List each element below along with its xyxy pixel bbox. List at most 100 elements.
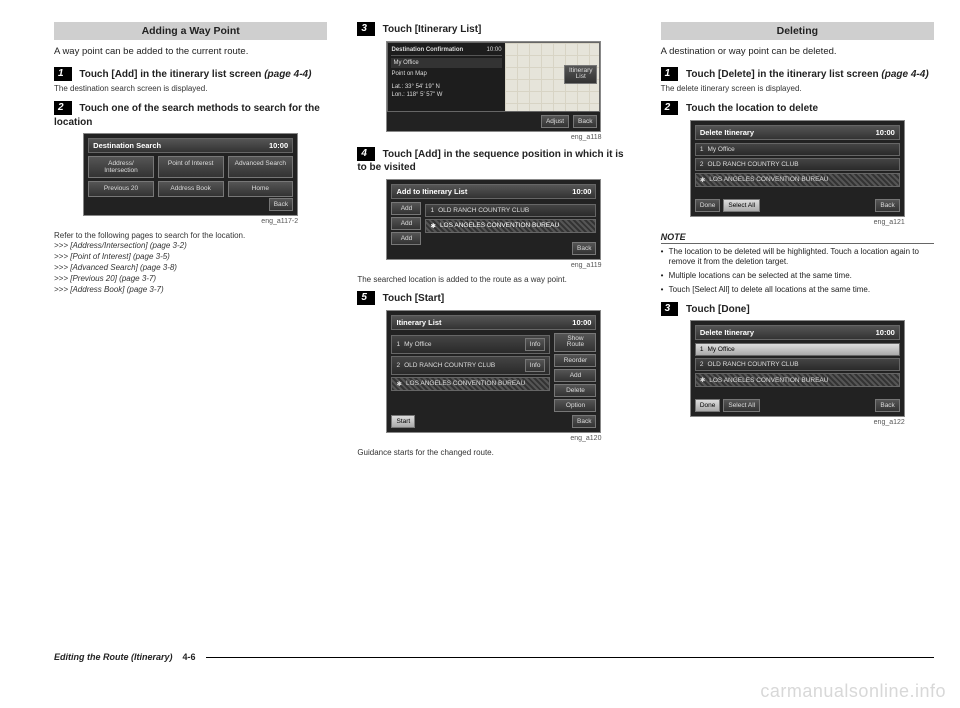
- ss1-btn-poi: Point of Interest: [158, 156, 224, 178]
- step-1: 1 Touch [Add] in the itinerary list scre…: [54, 67, 327, 82]
- ss5-time: 10:00: [876, 128, 895, 137]
- ref-1: >>> [Address/Intersection] (page 3-2): [54, 241, 327, 252]
- caption-ss5: eng_a121: [690, 219, 905, 226]
- caption-ss1: eng_a117-2: [83, 218, 298, 225]
- ss3-title: Add to Itinerary List: [396, 187, 467, 196]
- screenshot-delete-itin-2: Delete Itinerary10:00 1My Office 2OLD RA…: [690, 320, 905, 417]
- screenshot-add-itinerary: Add to Itinerary List10:00 Add Add Add 1…: [386, 179, 601, 260]
- step5-text: Touch [Start]: [383, 293, 444, 304]
- ss4-title: Itinerary List: [396, 318, 441, 327]
- ref-3: >>> [Advanced Search] (page 3-8): [54, 263, 327, 274]
- ref-2: >>> [Point of Interest] (page 3-5): [54, 252, 327, 263]
- ss1-btn-home: Home: [228, 181, 294, 196]
- ss2-itinerary-list: Itinerary List: [564, 65, 597, 84]
- note-2: Multiple locations can be selected at th…: [661, 271, 934, 282]
- ss4-time: 10:00: [572, 318, 591, 327]
- ss4-back: Back: [572, 415, 596, 428]
- ss1-btn-advanced: Advanced Search: [228, 156, 294, 178]
- ss2-adjust: Adjust: [541, 115, 569, 128]
- col3-step1-sub: The delete itinerary screen is displayed…: [661, 84, 934, 95]
- ss5-done: Done: [695, 199, 721, 212]
- note-3: Touch [Select All] to delete all locatio…: [661, 285, 934, 296]
- caption-ss3: eng_a119: [386, 262, 601, 269]
- ss6-row3: ✱LOS ANGELES CONVENTION BUREAU: [695, 373, 900, 387]
- col3-step2-text: Touch the location to delete: [686, 103, 818, 114]
- ss6-selectall: Select All: [723, 399, 760, 412]
- col3-step1-ref: (page 4-4): [881, 69, 928, 80]
- step4-text: Touch [Add] in the sequence position in …: [357, 149, 623, 174]
- ss2-line1: My Office: [391, 58, 501, 68]
- ss5-row3: ✱LOS ANGELES CONVENTION BUREAU: [695, 173, 900, 187]
- section-heading-adding: Adding a Way Point: [54, 22, 327, 40]
- ss1-btn-prev20: Previous 20: [88, 181, 154, 196]
- step1-text: Touch [Add] in the itinerary list screen: [79, 69, 264, 80]
- ss2-lon: Lon.: 118° 5' 57" W: [391, 91, 501, 99]
- page-footer: Editing the Route (Itinerary) 4-6: [54, 652, 934, 662]
- ss4-row1: 1My OfficeInfo: [391, 335, 550, 354]
- step3-text: Touch [Itinerary List]: [383, 24, 482, 35]
- step1-pageref: (page 4-4): [264, 69, 311, 80]
- screenshot-dest-confirm: Destination Confirmation10:00 My Office …: [386, 41, 601, 132]
- ss1-back: Back: [269, 198, 293, 211]
- ss1-btn-address: Address/ Intersection: [88, 156, 154, 178]
- step-5: 5 Touch [Start]: [357, 291, 630, 306]
- ss5-title: Delete Itinerary: [700, 128, 754, 137]
- col3-step-number-2: 2: [661, 101, 679, 115]
- note-list: The location to be deleted will be highl…: [661, 247, 934, 296]
- caption-ss4: eng_a120: [386, 435, 601, 442]
- ss3-row2: ✱LOS ANGELES CONVENTION BUREAU: [425, 219, 596, 233]
- screenshot-itinerary-list: Itinerary List10:00 1My OfficeInfo 2OLD …: [386, 310, 601, 433]
- step-number-1: 1: [54, 67, 72, 81]
- col3-step1: 1 Touch [Delete] in the itinerary list s…: [661, 67, 934, 82]
- col3-step1-text: Touch [Delete] in the itinerary list scr…: [686, 69, 881, 80]
- ss6-time: 10:00: [876, 328, 895, 337]
- ss5-selectall: Select All: [723, 199, 760, 212]
- step-4: 4 Touch [Add] in the sequence position i…: [357, 147, 630, 175]
- ss1-btn-addrbook: Address Book: [158, 181, 224, 196]
- footer-rule: [206, 657, 934, 658]
- watermark: carmanualsonline.info: [760, 681, 946, 702]
- ss1-title: Destination Search: [93, 141, 161, 150]
- ss6-done: Done: [695, 399, 721, 412]
- ss3-add3: Add: [391, 232, 421, 245]
- col3-step-number-1: 1: [661, 67, 679, 81]
- ref-5: >>> [Address Book] (page 3-7): [54, 285, 327, 296]
- ss2-line2: Point on Map: [391, 70, 501, 78]
- note-heading: NOTE: [661, 232, 934, 244]
- screenshot-delete-itin-1: Delete Itinerary 10:00 1My Office 2OLD RA…: [690, 120, 905, 217]
- step-3: 3 Touch [Itinerary List]: [357, 22, 630, 37]
- col3-step-number-3: 3: [661, 302, 679, 316]
- step1-sub: The destination search screen is display…: [54, 84, 327, 95]
- step5-note: Guidance starts for the changed route.: [357, 448, 630, 459]
- caption-ss2: eng_a118: [386, 134, 601, 141]
- ss5-row1: 1My Office: [695, 143, 900, 156]
- ss2-lat: Lat.: 33° 54' 19" N: [391, 83, 501, 91]
- ss5-back: Back: [875, 199, 899, 212]
- ss4-reorder: Reorder: [554, 354, 596, 367]
- intro-text: A way point can be added to the current …: [54, 46, 327, 59]
- step-number-3: 3: [357, 22, 375, 36]
- ss4-row3: ✱LOS ANGELES CONVENTION BUREAU: [391, 377, 550, 391]
- step-number-5: 5: [357, 291, 375, 305]
- col3-step2: 2 Touch the location to delete: [661, 101, 934, 116]
- step4-note: The searched location is added to the ro…: [357, 275, 630, 286]
- footer-title: Editing the Route (Itinerary): [54, 652, 173, 662]
- ss4-option: Option: [554, 399, 596, 412]
- ss4-delete: Delete: [554, 384, 596, 397]
- ss5-row2: 2OLD RANCH COUNTRY CLUB: [695, 158, 900, 171]
- ss2-time: 10:00: [487, 46, 502, 54]
- ss4-show: Show Route: [554, 333, 596, 352]
- ss1-time: 10:00: [269, 141, 288, 150]
- col3-intro: A destination or way point can be delete…: [661, 46, 934, 59]
- col3-step3: 3 Touch [Done]: [661, 302, 934, 317]
- ref-4: >>> [Previous 20] (page 3-7): [54, 274, 327, 285]
- footer-page: 4-6: [183, 652, 196, 662]
- ss6-row2: 2OLD RANCH COUNTRY CLUB: [695, 358, 900, 371]
- ss3-back: Back: [572, 242, 596, 255]
- ss6-back: Back: [875, 399, 899, 412]
- step-2: 2 Touch one of the search methods to sea…: [54, 101, 327, 129]
- ss2-title: Destination Confirmation: [391, 46, 463, 54]
- section-heading-deleting: Deleting: [661, 22, 934, 40]
- col3-step3-text: Touch [Done]: [686, 304, 750, 315]
- ss4-start: Start: [391, 415, 415, 428]
